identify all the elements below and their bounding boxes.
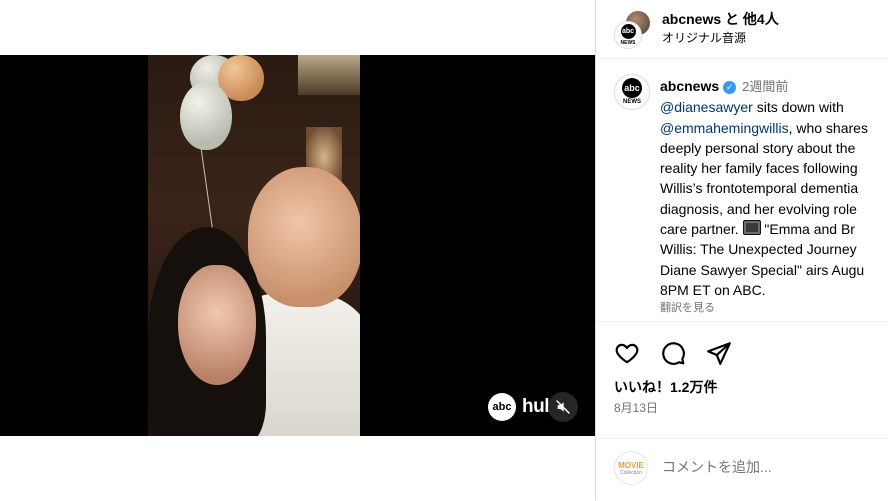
action-bar [614, 339, 732, 367]
video-player[interactable]: abc hulu [0, 55, 595, 436]
avatar-logo-subtext: Collection [620, 469, 642, 476]
avatar-logo-text: MOVIE [618, 460, 644, 470]
post-sidebar: abc NEWS abcnews と 他4人 オリジナル音源 abc NEWS … [595, 0, 888, 500]
comment-input[interactable] [660, 458, 864, 476]
abcnews-avatar: abc NEWS [614, 21, 642, 49]
abc-logo-icon: abc [622, 78, 642, 98]
caption-text: abcnews ✓ 2週間前 @dianesawyer sits down with… [660, 76, 888, 300]
header-username-link[interactable]: abcnews [662, 11, 721, 27]
mention-link[interactable]: @dianesawyer [660, 99, 753, 115]
header-accounts: abcnews と 他4人 [662, 9, 779, 29]
caption-line: Diane Sawyer Special" airs Augu [660, 261, 865, 278]
mention-link[interactable]: @emmahemingwillis [660, 120, 789, 136]
caption-username[interactable]: abcnews [660, 78, 719, 94]
caption-line: 8PM ET on ABC. [660, 281, 766, 298]
tv-emoji-icon [742, 220, 761, 236]
news-label: NEWS [623, 99, 641, 105]
see-translation-link[interactable]: 翻訳を見る [660, 299, 715, 315]
person-woman-face [178, 265, 256, 385]
caption-line: "Emma and Br [760, 221, 855, 238]
muted-speaker-icon [556, 400, 570, 414]
caption-section: abc NEWS abcnews ✓ 2週間前 @dianesawyer sits … [596, 59, 888, 322]
share-icon[interactable] [706, 340, 732, 366]
balloon [180, 82, 232, 150]
background-shelf [298, 55, 360, 95]
person-man-head [248, 167, 360, 307]
heart-icon[interactable] [614, 340, 640, 366]
post-header: abc NEWS abcnews と 他4人 オリジナル音源 [596, 0, 888, 59]
news-label: NEWS [620, 40, 636, 46]
caption-line: diagnosis, and her evolving role [660, 200, 857, 217]
video-frame [148, 55, 360, 436]
caption-line: , who shares [788, 119, 868, 136]
mute-button[interactable] [548, 392, 578, 422]
abc-logo-icon: abc [488, 393, 516, 421]
comment-icon[interactable] [660, 340, 686, 366]
caption-line: deeply personal story about the [660, 139, 856, 156]
post-time[interactable]: 2週間前 [742, 79, 788, 94]
caption-line: Willis’s frontotemporal dementia [660, 180, 859, 197]
media-pane: abc hulu [0, 0, 595, 500]
caption-line: sits down with [752, 99, 844, 116]
verified-badge-icon: ✓ [723, 81, 737, 94]
comment-bar: MOVIE Collection [596, 438, 888, 501]
post-date[interactable]: 8月13日 [614, 399, 658, 416]
like-count[interactable]: いいね！1.2万件 [614, 377, 717, 397]
caption-line: care partner. [660, 221, 743, 238]
audio-link[interactable]: オリジナル音源 [662, 29, 746, 46]
caption-avatar[interactable]: abc NEWS [614, 74, 650, 110]
header-others-link[interactable]: と 他4人 [721, 11, 779, 27]
abc-logo-icon: abc [620, 24, 636, 39]
stacked-avatars[interactable]: abc NEWS [614, 9, 652, 49]
current-user-avatar[interactable]: MOVIE Collection [614, 451, 648, 485]
caption-line: reality her family faces following [660, 160, 858, 177]
caption-line: Willis: The Unexpected Journey [660, 241, 857, 258]
